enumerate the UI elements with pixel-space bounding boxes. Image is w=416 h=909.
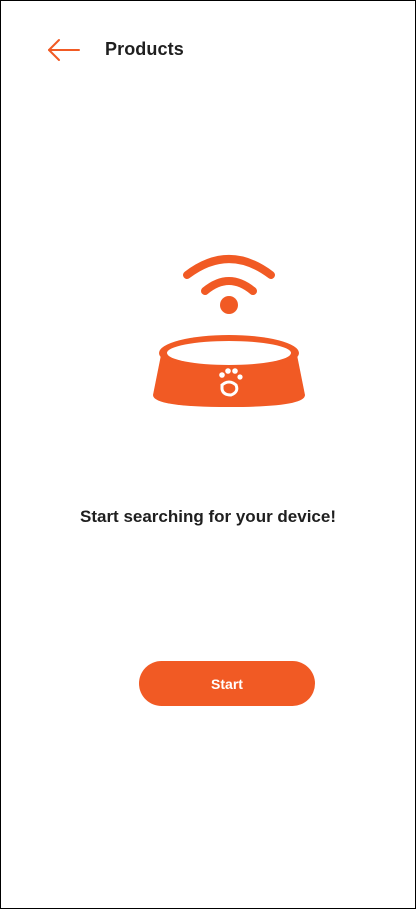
device-search-screen: Products Start searching for your device… [0,0,416,909]
arrow-left-icon [48,39,80,61]
search-prompt: Start searching for your device! [79,507,337,526]
start-button[interactable]: Start [139,661,315,706]
wifi-signal-icon [183,255,275,314]
top-bar: Products [1,27,415,75]
page-title: Products [105,39,184,59]
back-button[interactable] [45,37,83,63]
device-illustration [149,253,309,423]
